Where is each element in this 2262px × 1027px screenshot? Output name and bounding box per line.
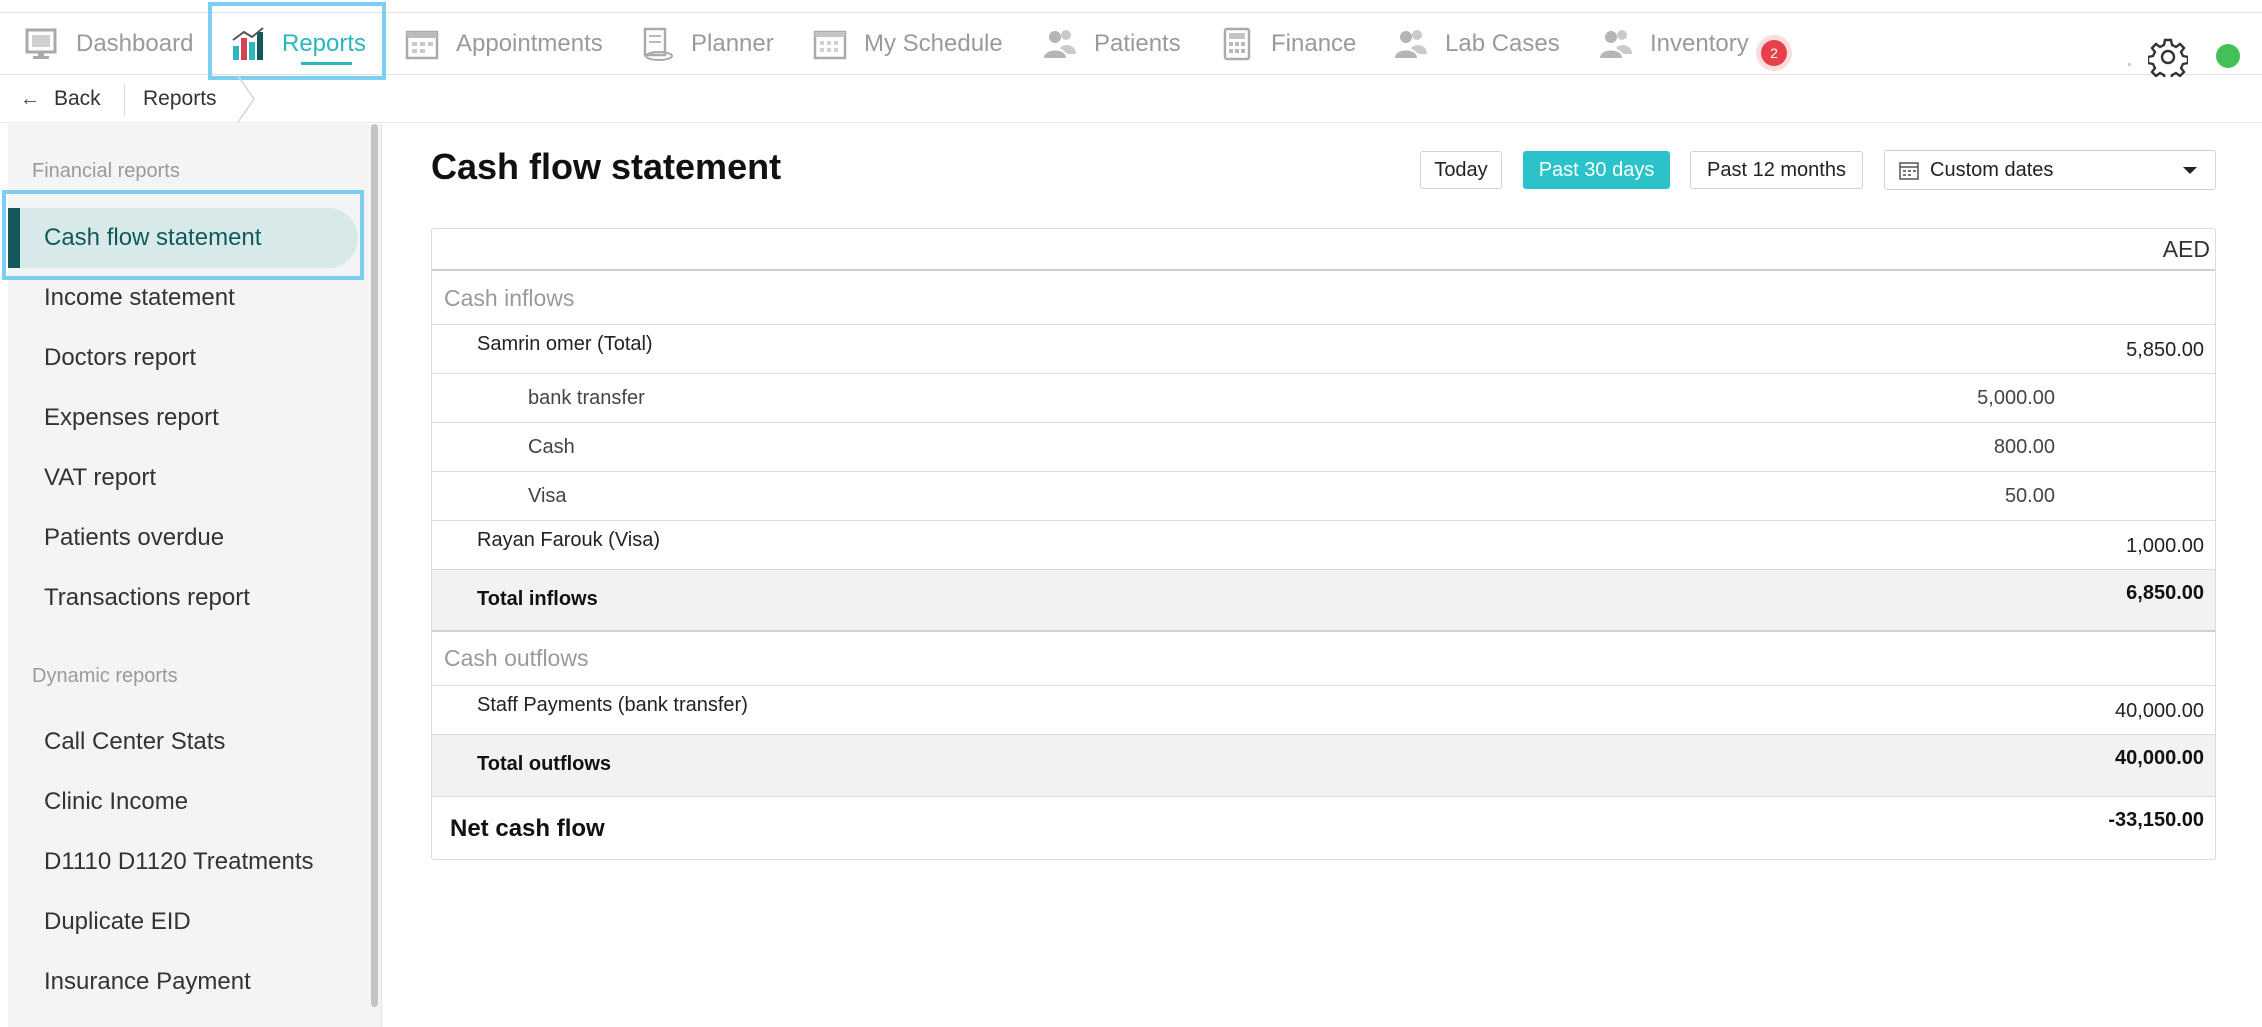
custom-dates-dropdown[interactable]: Custom dates bbox=[1884, 150, 2216, 190]
page-title: Cash flow statement bbox=[431, 146, 782, 187]
total-inflows-label: Total inflows bbox=[477, 588, 598, 610]
outflows-heading: Cash outflows bbox=[444, 645, 589, 671]
table-row: Samrin omer (Total) 5,850.00 bbox=[432, 325, 2215, 374]
table-row: Visa 50.00 bbox=[432, 472, 2215, 521]
nav-label: Planner bbox=[691, 30, 774, 57]
nav-label: Dashboard bbox=[76, 30, 194, 57]
row-label: Samrin omer (Total) bbox=[477, 333, 653, 355]
total-inflows-row: Total inflows 6,850.00 bbox=[432, 570, 2215, 632]
past-30-days-button[interactable]: Past 30 days bbox=[1523, 151, 1670, 189]
row-label: Cash bbox=[528, 436, 575, 458]
sidebar-item-clinic-income[interactable]: Clinic Income bbox=[44, 774, 188, 830]
nav-label: Lab Cases bbox=[1445, 30, 1560, 57]
online-status-indicator bbox=[2216, 44, 2240, 68]
row-sub-amount: 50.00 bbox=[2004, 485, 2055, 507]
inflows-section-row: Cash inflows bbox=[432, 271, 2215, 325]
sidebar-item-insurance-payment[interactable]: Insurance Payment bbox=[44, 954, 251, 1010]
inventory-badge: 2 bbox=[1761, 40, 1787, 66]
today-button[interactable]: Today bbox=[1420, 151, 1502, 189]
breadcrumb-chevron-icon bbox=[236, 75, 258, 123]
row-label: Rayan Farouk (Visa) bbox=[477, 529, 661, 551]
bar-chart-icon bbox=[230, 26, 266, 62]
cash-flow-table: AED Cash inflows Samrin omer (Total) 5,8… bbox=[431, 228, 2216, 860]
sidebar-active-indicator bbox=[8, 208, 20, 268]
inventory-icon bbox=[1598, 26, 1634, 62]
nav-label: Finance bbox=[1271, 30, 1357, 57]
nav-reports[interactable]: Reports bbox=[230, 13, 366, 75]
net-cash-flow-label: Net cash flow bbox=[450, 815, 605, 842]
nav-lab-cases[interactable]: Lab Cases bbox=[1393, 13, 1560, 75]
calendar-icon bbox=[404, 26, 440, 62]
total-outflows-row: Total outflows 40,000.00 bbox=[432, 735, 2215, 797]
nav-label: Patients bbox=[1094, 30, 1181, 57]
top-navigation: Dashboard Reports Appointments Planner M… bbox=[0, 12, 2262, 82]
nav-label: Appointments bbox=[456, 30, 603, 57]
row-amount: 1,000.00 bbox=[2126, 535, 2204, 557]
table-row: Cash 800.00 bbox=[432, 423, 2215, 472]
net-cash-flow-row: Net cash flow -33,150.00 bbox=[432, 797, 2215, 859]
nav-label: Inventory bbox=[1650, 30, 1749, 57]
custom-dates-label: Custom dates bbox=[1930, 158, 2054, 181]
table-row: Rayan Farouk (Visa) 1,000.00 bbox=[432, 521, 2215, 570]
row-sub-amount: 800.00 bbox=[1993, 436, 2055, 458]
row-label: bank transfer bbox=[528, 387, 645, 409]
total-outflows-label: Total outflows bbox=[477, 753, 612, 775]
nav-label: My Schedule bbox=[864, 30, 1003, 57]
nav-my-schedule[interactable]: My Schedule bbox=[812, 13, 1003, 75]
nav-dashboard[interactable]: Dashboard bbox=[24, 13, 193, 75]
calendar-icon bbox=[1899, 160, 1919, 180]
sidebar-item-call-center-stats[interactable]: Call Center Stats bbox=[44, 714, 225, 770]
row-label: Visa bbox=[528, 485, 567, 507]
breadcrumb-divider bbox=[124, 84, 125, 116]
sidebar-heading-financial: Financial reports bbox=[32, 160, 180, 182]
sidebar-heading-dynamic: Dynamic reports bbox=[32, 665, 178, 687]
separator-dot bbox=[2128, 63, 2131, 66]
nav-inventory[interactable]: Inventory bbox=[1598, 13, 1749, 75]
chevron-down-icon bbox=[2183, 167, 2197, 174]
active-tab-underline bbox=[301, 62, 353, 65]
table-row: Staff Payments (bank transfer) 40,000.00 bbox=[432, 686, 2215, 735]
nav-appointments[interactable]: Appointments bbox=[404, 13, 603, 75]
nav-finance[interactable]: Finance bbox=[1219, 13, 1356, 75]
sidebar-item-expenses-report[interactable]: Expenses report bbox=[44, 390, 219, 446]
dashboard-icon bbox=[24, 26, 60, 62]
sidebar-item-duplicate-eid[interactable]: Duplicate EID bbox=[44, 894, 191, 950]
row-sub-amount: 5,000.00 bbox=[1977, 387, 2055, 409]
table-header-row: AED bbox=[432, 229, 2215, 271]
row-label: Staff Payments (bank transfer) bbox=[477, 694, 748, 716]
row-amount: 5,850.00 bbox=[2126, 339, 2204, 361]
back-button[interactable]: ← Back bbox=[20, 76, 101, 122]
inflows-heading: Cash inflows bbox=[444, 285, 575, 311]
outflows-section-row: Cash outflows bbox=[432, 632, 2215, 686]
net-cash-flow-amount: -33,150.00 bbox=[2108, 809, 2204, 831]
nav-label: Reports bbox=[282, 30, 367, 57]
gear-icon[interactable] bbox=[2146, 37, 2190, 82]
row-amount: 40,000.00 bbox=[2115, 700, 2204, 722]
sidebar-item-income-statement[interactable]: Income statement bbox=[44, 270, 235, 326]
total-outflows-amount: 40,000.00 bbox=[2115, 747, 2204, 769]
table-row: bank transfer 5,000.00 bbox=[432, 374, 2215, 423]
breadcrumb-current[interactable]: Reports bbox=[143, 76, 217, 122]
nav-patients[interactable]: Patients bbox=[1042, 13, 1181, 75]
schedule-icon bbox=[812, 26, 848, 62]
back-label: Back bbox=[54, 87, 101, 110]
sidebar-item-transactions-report[interactable]: Transactions report bbox=[44, 570, 250, 626]
arrow-left-icon: ← bbox=[20, 87, 40, 110]
currency-label: AED bbox=[2162, 236, 2210, 262]
sidebar-item-cash-flow-statement[interactable]: Cash flow statement bbox=[44, 210, 261, 266]
calculator-icon bbox=[1219, 26, 1255, 62]
sidebar-item-vat-report[interactable]: VAT report bbox=[44, 450, 156, 506]
planner-icon bbox=[639, 26, 675, 62]
past-12-months-button[interactable]: Past 12 months bbox=[1690, 151, 1863, 189]
nav-planner[interactable]: Planner bbox=[639, 13, 774, 75]
sidebar-item-doctors-report[interactable]: Doctors report bbox=[44, 330, 196, 386]
sidebar-item-d1110-d1120-treatments[interactable]: D1110 D1120 Treatments bbox=[44, 834, 313, 890]
sidebar-item-patients-overdue[interactable]: Patients overdue bbox=[44, 510, 224, 566]
patients-icon bbox=[1042, 26, 1078, 62]
sidebar-scrollbar[interactable] bbox=[371, 124, 378, 1007]
total-inflows-amount: 6,850.00 bbox=[2126, 582, 2204, 604]
breadcrumb: ← Back Reports bbox=[0, 75, 2262, 123]
lab-cases-icon bbox=[1393, 26, 1429, 62]
